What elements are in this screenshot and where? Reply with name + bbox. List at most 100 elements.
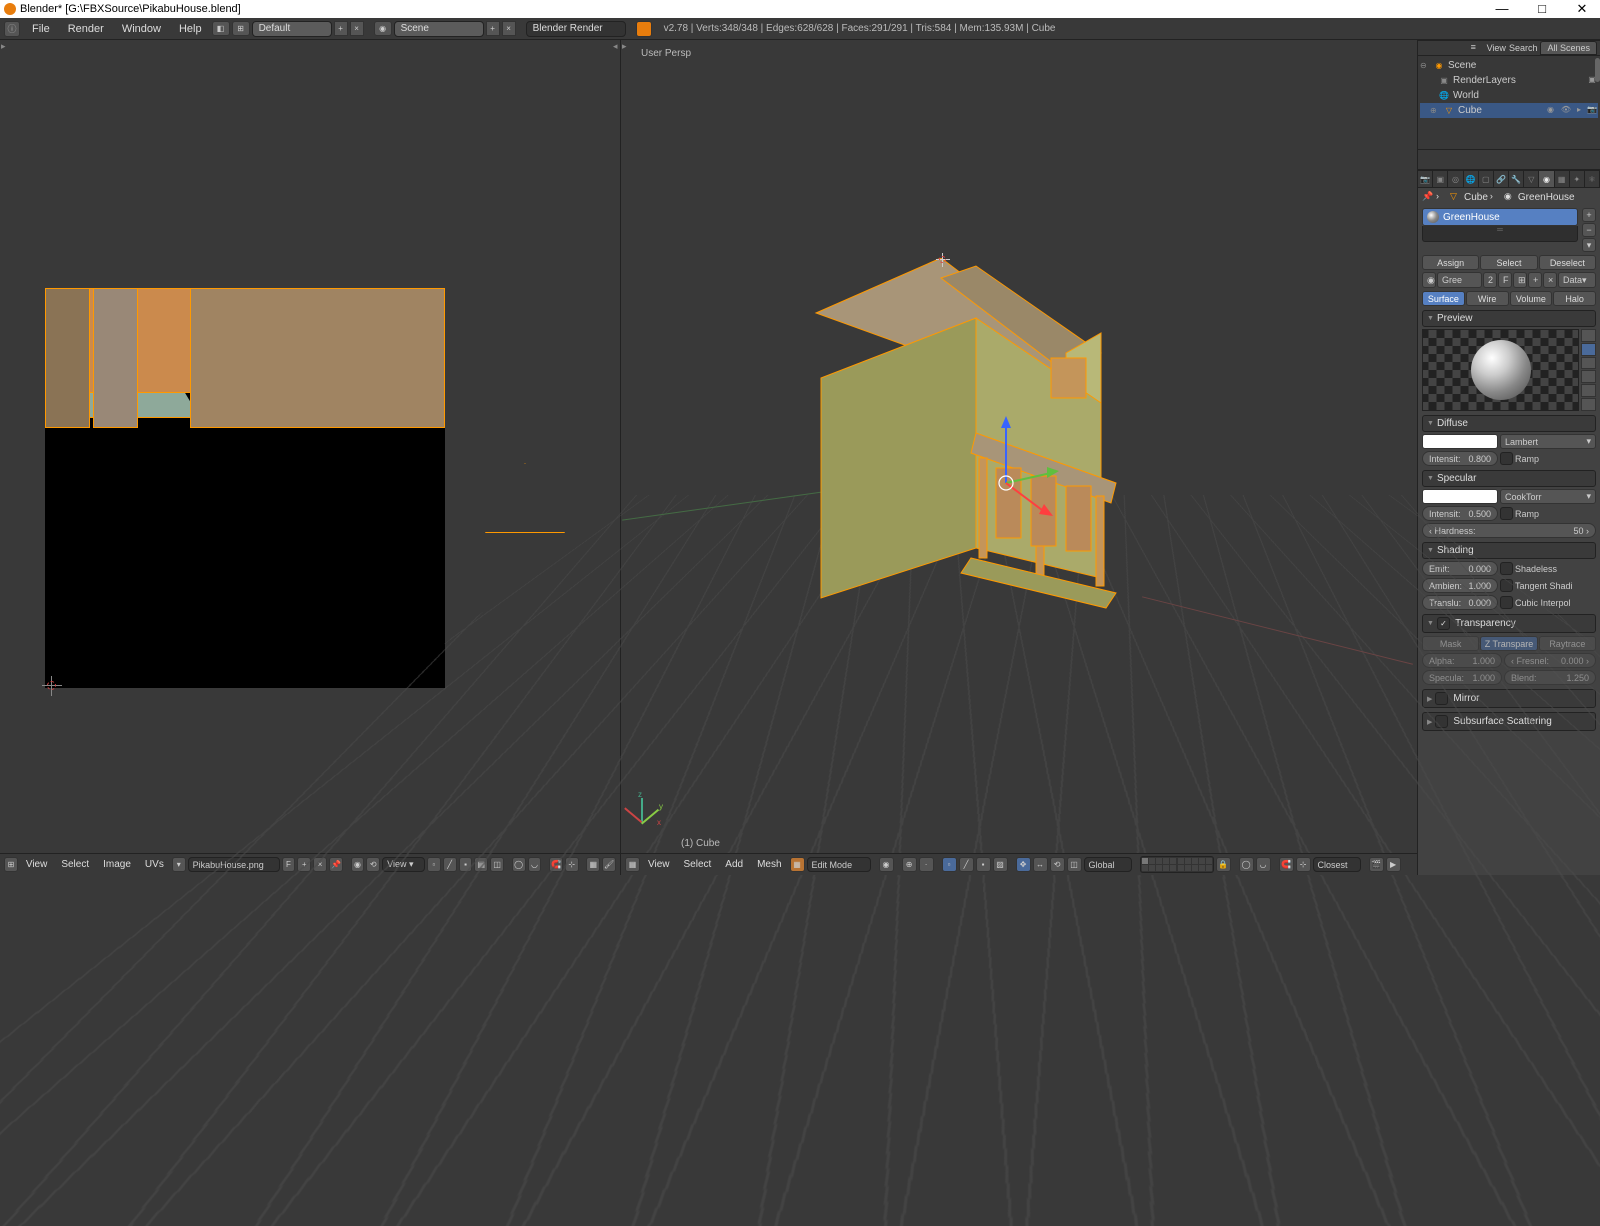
- tab-texture[interactable]: ▦: [1555, 171, 1570, 187]
- selectable-icon[interactable]: ▸: [1573, 105, 1585, 117]
- tool-shelf-toggle-3d[interactable]: ▸: [622, 41, 627, 52]
- editor-type-icon[interactable]: ⊞: [4, 857, 18, 872]
- tab-material[interactable]: ◉: [1539, 171, 1554, 187]
- tab-object[interactable]: ▢: [1479, 171, 1494, 187]
- minimize-button[interactable]: —: [1488, 1, 1516, 17]
- tree-renderlayers[interactable]: ▣ RenderLayers ▣: [1420, 73, 1598, 88]
- editor-type-icon[interactable]: ▦: [625, 857, 640, 872]
- manip-translate[interactable]: ↔: [1033, 857, 1048, 872]
- tab-world[interactable]: 🌐: [1464, 171, 1479, 187]
- pivot-lock-button[interactable]: ·: [919, 857, 934, 872]
- preview-world[interactable]: [1581, 398, 1596, 411]
- breadcrumb-object[interactable]: Cube: [1464, 192, 1488, 203]
- manip-scale[interactable]: ◫: [1067, 857, 1082, 872]
- uv-menu-uvs[interactable]: UVs: [139, 857, 170, 872]
- menu-help[interactable]: Help: [171, 21, 210, 37]
- specular-color-swatch[interactable]: [1422, 489, 1498, 504]
- menu-window[interactable]: Window: [114, 21, 169, 37]
- v3d-menu-mesh[interactable]: Mesh: [751, 857, 787, 872]
- preview-flat[interactable]: [1581, 329, 1596, 342]
- diffuse-intensity-field[interactable]: Intensit:0.800: [1422, 451, 1498, 466]
- prop-falloff-button[interactable]: ◡: [1256, 857, 1271, 872]
- users-button[interactable]: 2: [1483, 272, 1497, 288]
- viewport-canvas[interactable]: z y x: [621, 58, 1417, 853]
- close-button[interactable]: ✕: [1568, 1, 1596, 17]
- menu-render[interactable]: Render: [60, 21, 112, 37]
- tab-constraints[interactable]: 🔗: [1494, 171, 1509, 187]
- scene-select[interactable]: Scene: [394, 21, 484, 37]
- tab-halo[interactable]: Halo: [1553, 291, 1596, 306]
- v3d-menu-add[interactable]: Add: [719, 857, 749, 872]
- outliner-display-mode[interactable]: All Scenes: [1540, 41, 1597, 55]
- material-slot[interactable]: GreenHouse: [1422, 208, 1578, 226]
- diffuse-shader-select[interactable]: Lambert▾: [1500, 434, 1596, 449]
- editor-type-icon[interactable]: ⓘ: [4, 21, 20, 37]
- section-preview[interactable]: Preview: [1422, 310, 1596, 327]
- preview-cube[interactable]: [1581, 357, 1596, 370]
- trans-raytrace[interactable]: Raytrace: [1539, 636, 1596, 651]
- new-material-button[interactable]: +: [1528, 272, 1542, 288]
- properties-shelf-toggle[interactable]: ▸: [613, 41, 618, 52]
- material-name-field[interactable]: Gree: [1437, 272, 1482, 288]
- specular-shader-select[interactable]: CookTorr▾: [1500, 489, 1596, 504]
- tab-wire[interactable]: Wire: [1466, 291, 1509, 306]
- pin-icon[interactable]: 📌: [1422, 191, 1434, 203]
- outliner-menu-view[interactable]: View: [1487, 43, 1506, 53]
- spec-alpha-field[interactable]: Specula:1.000: [1422, 670, 1502, 685]
- section-diffuse[interactable]: Diffuse: [1422, 415, 1596, 432]
- specular-ramp-checkbox[interactable]: [1500, 507, 1513, 520]
- slot-remove-button[interactable]: −: [1582, 223, 1596, 237]
- trans-mask[interactable]: Mask: [1422, 636, 1479, 651]
- editor-type-icon[interactable]: ≡: [1471, 42, 1484, 55]
- diffuse-color-swatch[interactable]: [1422, 434, 1498, 449]
- manipulator-toggle[interactable]: ✥: [1016, 857, 1031, 872]
- select-button[interactable]: Select: [1480, 255, 1537, 270]
- trans-ztrans[interactable]: Z Transpare: [1480, 636, 1537, 651]
- preview-monkey[interactable]: [1581, 370, 1596, 383]
- unlink-button[interactable]: ×: [1543, 272, 1557, 288]
- tab-scene[interactable]: ◎: [1448, 171, 1463, 187]
- link-mode-select[interactable]: Data ▾: [1558, 272, 1596, 288]
- render-engine-select[interactable]: Blender Render: [526, 21, 626, 37]
- layers-widget[interactable]: [1140, 856, 1214, 873]
- diffuse-ramp-checkbox[interactable]: [1500, 452, 1513, 465]
- fresnel-field[interactable]: ‹ Fresnel:0.000 ›: [1504, 653, 1596, 668]
- breadcrumb-material[interactable]: GreenHouse: [1518, 192, 1575, 203]
- mode-select[interactable]: Edit Mode: [807, 857, 871, 872]
- expand-icon[interactable]: ⊕: [1430, 106, 1440, 115]
- tree-world[interactable]: 🌐 World: [1420, 88, 1598, 103]
- uv-menu-image[interactable]: Image: [97, 857, 137, 872]
- tab-surface[interactable]: Surface: [1422, 291, 1465, 306]
- maximize-button[interactable]: □: [1528, 1, 1556, 17]
- tree-cube[interactable]: ⊕ ▽ Cube ◉ 👁 ▸ 📷: [1420, 103, 1598, 118]
- lock-layers-button[interactable]: 🔒: [1216, 857, 1231, 872]
- preview-hair[interactable]: [1581, 384, 1596, 397]
- render-border-button[interactable]: 🎬: [1369, 857, 1384, 872]
- v3d-menu-view[interactable]: View: [642, 857, 676, 872]
- viewport-shading-button[interactable]: ◉: [879, 857, 894, 872]
- outliner-scrollbar[interactable]: [1595, 58, 1600, 82]
- slot-add-button[interactable]: +: [1582, 208, 1596, 222]
- menu-file[interactable]: File: [24, 21, 58, 37]
- outliner-tree[interactable]: ⊖ ◉ Scene ▣ RenderLayers ▣ 🌐 World ⊕ ▽ C…: [1418, 56, 1600, 149]
- node-toggle-button[interactable]: ⊞: [1513, 272, 1527, 288]
- vert-select-mode[interactable]: ▫: [942, 857, 957, 872]
- assign-button[interactable]: Assign: [1422, 255, 1479, 270]
- edge-select-mode[interactable]: ╱: [959, 857, 974, 872]
- material-link-icon[interactable]: ◉: [1547, 105, 1559, 117]
- material-browse-button[interactable]: ◉: [1422, 272, 1436, 288]
- screen-add-button[interactable]: +: [334, 21, 348, 36]
- expand-icon[interactable]: ⊖: [1420, 61, 1430, 70]
- slot-menu-button[interactable]: ▾: [1582, 238, 1596, 252]
- scene-browse-button[interactable]: ◉: [374, 21, 392, 36]
- section-specular[interactable]: Specular: [1422, 470, 1596, 487]
- mode-icon[interactable]: ▦: [790, 857, 805, 872]
- snap-button[interactable]: 🧲: [1279, 857, 1294, 872]
- screen-del-button[interactable]: ×: [350, 21, 364, 36]
- tool-shelf-toggle[interactable]: ▸: [1, 41, 6, 52]
- visible-icon[interactable]: 👁: [1560, 105, 1572, 117]
- snap-element-button[interactable]: ⊹: [1296, 857, 1311, 872]
- uv-menu-view[interactable]: View: [20, 857, 54, 872]
- tab-render[interactable]: 📷: [1418, 171, 1433, 187]
- tab-volume[interactable]: Volume: [1510, 291, 1553, 306]
